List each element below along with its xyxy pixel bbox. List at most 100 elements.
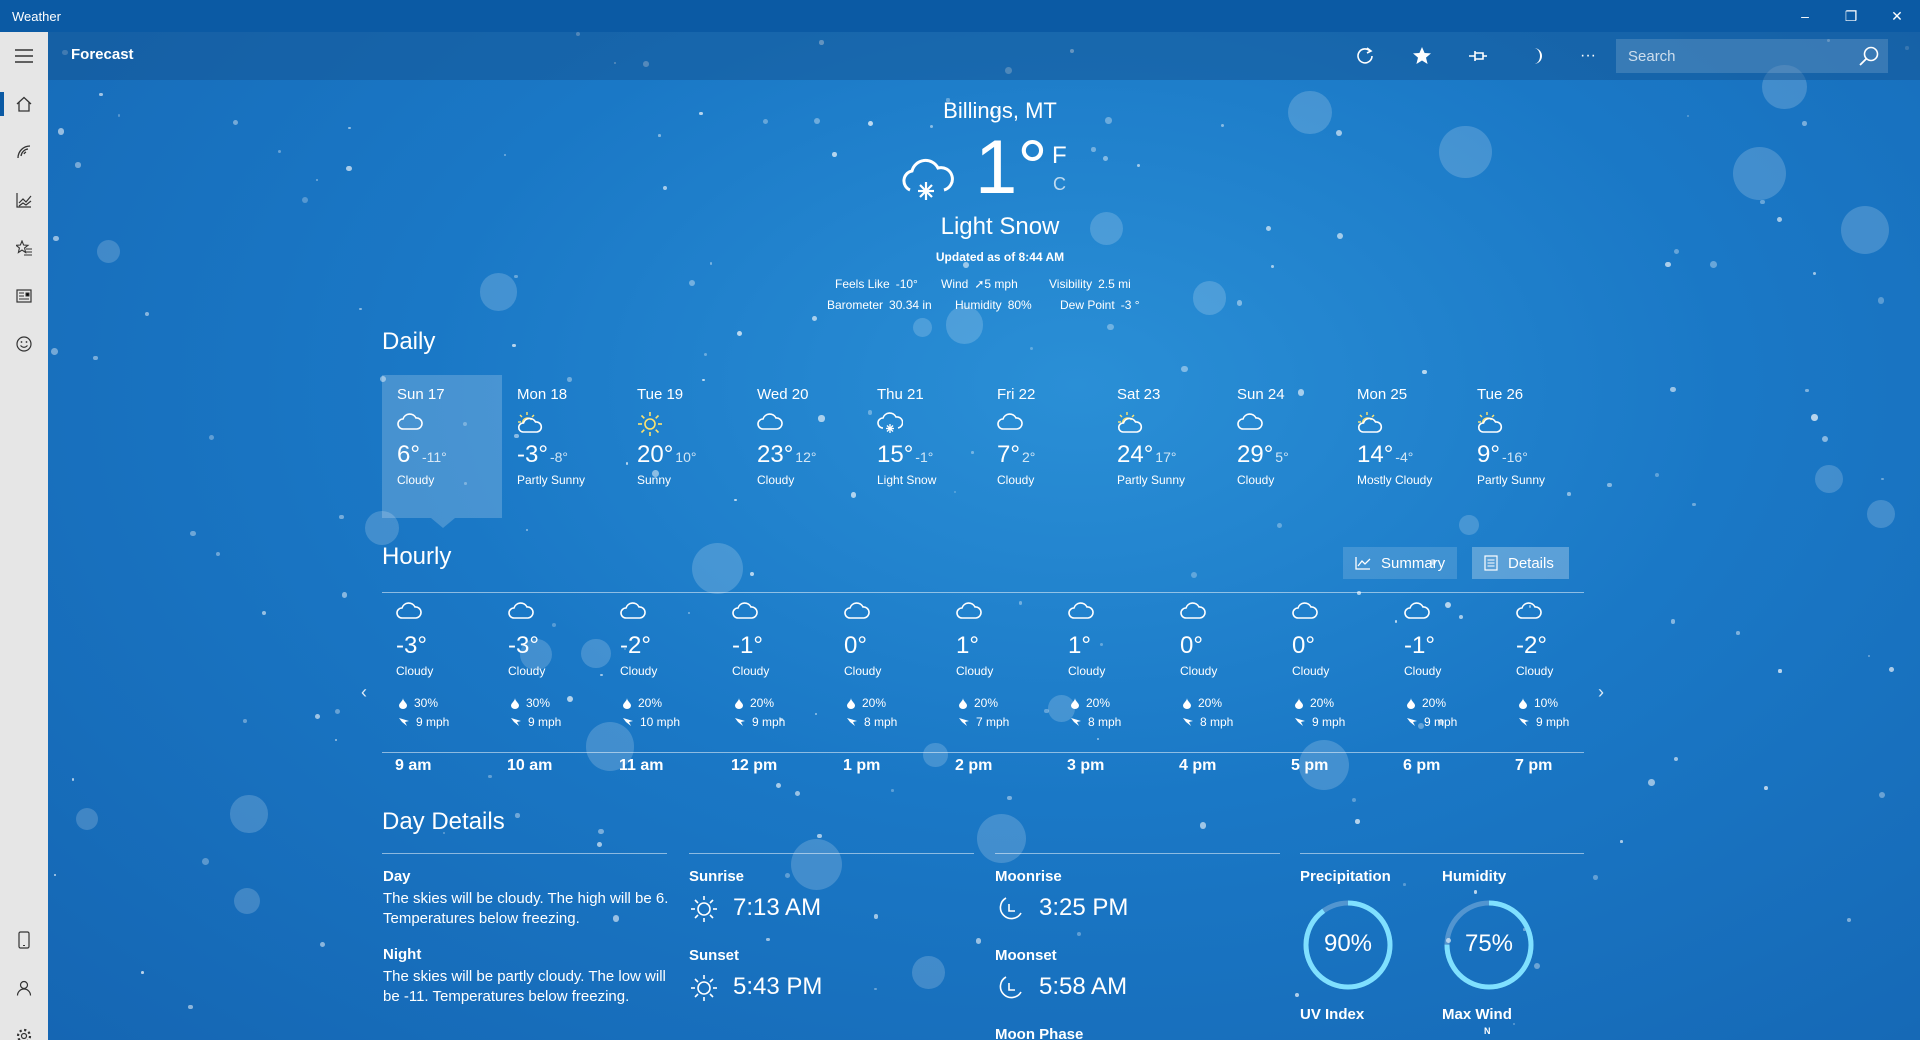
account-icon[interactable]: [0, 968, 48, 1008]
cloud-icon: [508, 600, 606, 626]
snowflake-blurred: [1732, 146, 1787, 201]
details-button[interactable]: Details: [1472, 547, 1569, 579]
day-high: -3°: [517, 441, 548, 468]
hour-condition: Cloudy: [1516, 664, 1554, 678]
snowflake: [188, 1004, 193, 1009]
daily-card[interactable]: Fri 22 7° 2° Cloudy: [982, 375, 1102, 518]
day-low: -8°: [549, 449, 568, 465]
star-icon[interactable]: [1406, 41, 1438, 71]
day-condition: Partly Sunny: [1117, 473, 1186, 487]
moon-icon[interactable]: [1520, 41, 1552, 71]
phone-icon[interactable]: [0, 920, 48, 960]
hamburger-menu-icon[interactable]: [0, 36, 48, 76]
details-label: Details: [1508, 554, 1554, 572]
moonrise-time: 3:25 PM: [1039, 894, 1129, 921]
barometer-label: Barometer: [827, 298, 884, 312]
daily-card[interactable]: Sun 17 6° -11° Cloudy: [382, 375, 502, 518]
snowflake: [1266, 226, 1272, 232]
chart-icon: [1355, 556, 1371, 570]
dew-point-label: Dew Point: [1060, 298, 1115, 312]
snowflake: [144, 311, 150, 317]
settings-gear-icon[interactable]: [0, 1016, 48, 1040]
daily-card[interactable]: Tue 19 20° 10° Sunny: [622, 375, 742, 518]
snowflake: [1778, 669, 1782, 673]
daily-card[interactable]: Thu 21 15° -1° Light Snow: [862, 375, 982, 518]
day-high: 20°: [637, 441, 674, 468]
snowflake: [51, 347, 59, 355]
cloud-icon: [620, 600, 718, 626]
more-options-icon[interactable]: ···: [1572, 41, 1604, 71]
moonset-icon: [996, 974, 1024, 1007]
restore-button[interactable]: ❐: [1828, 0, 1874, 32]
cloud-icon: [844, 600, 942, 626]
hourly-top-divider: [382, 592, 1584, 593]
cloud-icon: [1180, 600, 1278, 626]
hour-wind: 9 mph: [511, 715, 606, 729]
hour-time: 3 pm: [1067, 757, 1105, 774]
home-icon[interactable]: [0, 84, 48, 124]
daily-card[interactable]: Mon 18 -3° -8° Partly Sunny: [502, 375, 622, 518]
hour-wind: 8 mph: [1183, 715, 1278, 729]
daily-card[interactable]: Tue 26 9° -16° Partly Sunny: [1462, 375, 1582, 518]
day-low: 5°: [1275, 449, 1289, 465]
fahrenheit-toggle[interactable]: F: [1052, 142, 1067, 170]
day-condition: Cloudy: [1237, 473, 1275, 487]
list-icon: [1484, 555, 1498, 571]
search-input[interactable]: [1616, 39, 1846, 73]
day-condition: Cloudy: [757, 473, 795, 487]
snowflake-blurred: [1193, 281, 1227, 315]
hourly-bottom-divider: [382, 752, 1584, 753]
raindrop-icon: [399, 697, 407, 709]
snowflake: [891, 789, 894, 792]
pin-icon[interactable]: [1462, 41, 1494, 71]
daily-heading: Daily: [382, 328, 436, 355]
snowflake: [975, 938, 982, 944]
humidity-detail-value: 75%: [1464, 930, 1514, 957]
daily-card[interactable]: Sun 24 29° 5° Cloudy: [1222, 375, 1342, 518]
raindrop-icon: [959, 697, 967, 709]
snowflake: [525, 528, 528, 531]
snowflake: [1473, 890, 1478, 894]
life-smiley-icon[interactable]: [0, 324, 48, 364]
maps-radar-icon[interactable]: [0, 132, 48, 172]
hour-wind-value: 9 mph: [1424, 715, 1458, 729]
humidity-stat: Humidity 80%: [955, 298, 1032, 312]
summary-button[interactable]: Summary: [1343, 547, 1457, 579]
daily-card[interactable]: Sat 23 24° 17° Partly Sunny: [1102, 375, 1222, 518]
historical-weather-icon[interactable]: [0, 180, 48, 220]
close-button[interactable]: ✕: [1874, 0, 1920, 32]
current-temperature: 1°: [975, 125, 1048, 210]
sunset-icon: [690, 974, 718, 1007]
hour-condition: Cloudy: [396, 664, 434, 678]
search-box[interactable]: [1616, 39, 1888, 73]
snowflake: [1136, 163, 1141, 168]
hour-precip-value: 20%: [750, 696, 775, 710]
scroll-left-icon[interactable]: ‹: [361, 682, 367, 703]
hour-time: 4 pm: [1179, 757, 1217, 774]
cloud-icon: [1068, 600, 1166, 626]
search-icon[interactable]: [1858, 45, 1880, 72]
refresh-icon[interactable]: [1349, 41, 1381, 71]
celsius-toggle[interactable]: C: [1053, 174, 1066, 195]
minimize-button[interactable]: –: [1782, 0, 1828, 32]
day-name: Sun 24: [1237, 386, 1285, 403]
day-name: Sun 17: [397, 386, 445, 403]
hour-precip-value: 20%: [862, 696, 887, 710]
news-icon[interactable]: [0, 276, 48, 316]
snowflake-blurred: [1287, 90, 1332, 135]
wind-direction-icon: [959, 718, 969, 726]
snowflake: [785, 872, 791, 879]
daily-card[interactable]: Wed 20 23° 12° Cloudy: [742, 375, 862, 518]
cloud-icon: [956, 600, 1054, 626]
snowflake: [57, 127, 65, 135]
snowflake-blurred: [691, 543, 743, 594]
hour-precip: 20%: [1295, 696, 1390, 710]
daily-card[interactable]: Mon 25 14° -4° Mostly Cloudy: [1342, 375, 1462, 518]
snowflake: [1673, 248, 1679, 255]
snowflake-blurred: [1458, 515, 1479, 535]
favorites-icon[interactable]: [0, 228, 48, 268]
hour-time: 1 pm: [843, 757, 881, 774]
day-low: 10°: [675, 449, 697, 465]
snowflake: [1199, 822, 1207, 829]
cloud-icon: [757, 411, 862, 437]
